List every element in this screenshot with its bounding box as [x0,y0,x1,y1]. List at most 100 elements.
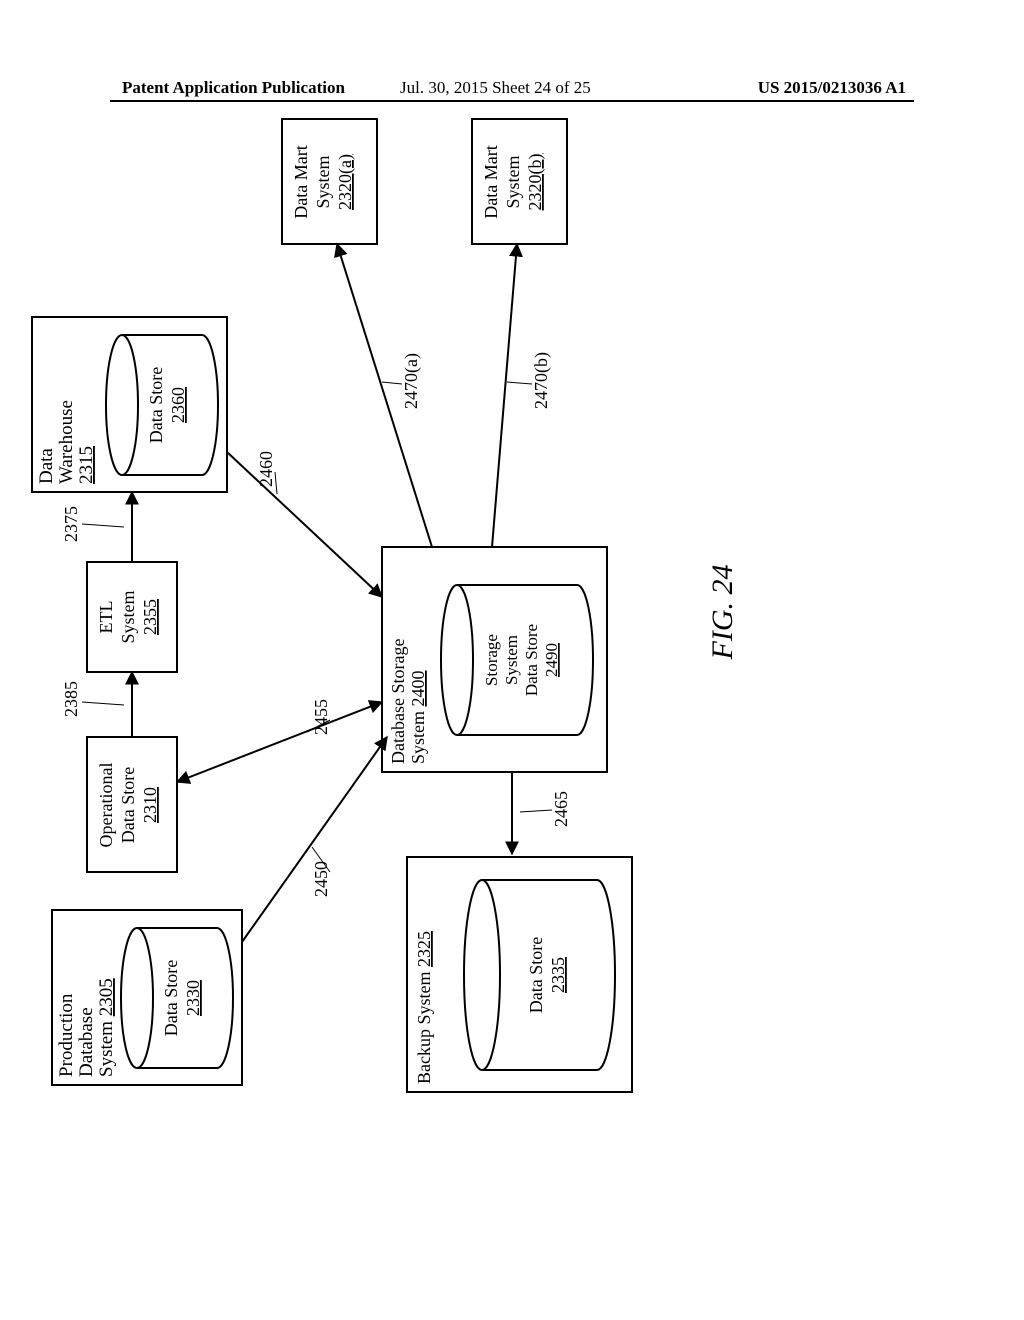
box-data-mart-b: Data Mart System 2320(b) [472,119,567,244]
leader-2385 [82,702,124,705]
svg-text:Data Store: Data Store [161,960,181,1036]
svg-text:2470(b): 2470(b) [531,352,552,409]
dss-ds-l3: Data Store [522,624,541,696]
svg-text:Production: Production [56,993,77,1077]
dss-l2b: 2400 [408,670,428,706]
svg-text:2385: 2385 [61,681,81,717]
leader-2375 [82,524,124,527]
figure-diagram: Production Database System 2305 Data Sto… [0,0,1024,1320]
backup-l1b: 2325 [414,931,434,967]
svg-text:Database Storage: Database Storage [388,639,408,764]
lbl-2470b: 2470(b) [531,352,552,409]
box-etl: ETL System 2355 [87,562,177,672]
prod-db-l1: Production [56,993,77,1077]
svg-text:2450: 2450 [311,861,331,897]
svg-text:Data Store: Data Store [118,767,138,843]
ods-l2: Data Store [118,767,138,843]
etl-l3: 2355 [140,599,160,635]
svg-text:Data Store: Data Store [146,367,166,443]
prod-ds-l1: Data Store [161,960,181,1036]
etl-l1: ETL [96,601,116,634]
box-dss: Database Storage System 2400 Storage Sys… [382,547,607,772]
svg-text:ETL: ETL [96,601,116,634]
dm-b-l2: System [503,155,523,208]
svg-text:2330: 2330 [183,980,203,1016]
backup-l1a: Backup System [414,967,434,1084]
dm-b-l3: 2320(b) [525,154,546,211]
dw-l3: 2315 [76,446,97,484]
dss-l2a: System [408,706,428,764]
dss-l1: Database Storage [388,639,408,764]
svg-text:Data Store: Data Store [526,937,546,1013]
svg-text:Operational: Operational [96,763,116,848]
cylinder-backup-ds: Data Store 2335 [464,880,615,1070]
lbl-2385: 2385 [61,681,81,717]
arrow-2455 [177,702,382,782]
svg-text:2455: 2455 [311,699,331,735]
svg-text:2465: 2465 [551,791,571,827]
svg-text:System 2305: System 2305 [96,978,117,1077]
svg-text:2375: 2375 [61,506,81,542]
dss-ds-l2: System [502,635,521,685]
lbl-2450: 2450 [311,861,331,897]
svg-text:2355: 2355 [140,599,160,635]
leader-2470a [382,382,402,384]
svg-text:2360: 2360 [168,387,188,423]
arrow-2470b [492,244,517,547]
svg-text:Data Mart: Data Mart [481,145,501,218]
dm-a-l3: 2320(a) [335,154,356,210]
svg-text:2315: 2315 [76,446,97,484]
svg-text:2320(a): 2320(a) [335,154,356,210]
etl-l2: System [118,590,138,643]
dw-l1: Data [36,448,57,484]
svg-text:System: System [503,155,523,208]
dm-b-l1: Data Mart [481,145,501,218]
dss-ds-l1: Storage [482,634,501,686]
svg-text:System: System [502,635,521,685]
box-ods: Operational Data Store 2310 [87,737,177,872]
box-backup: Backup System 2325 Data Store 2335 [407,857,632,1092]
box-data-warehouse: Data Warehouse 2315 Data Store 2360 [32,317,227,492]
ods-l1: Operational [96,763,116,848]
figure-label: FIG. 24 [706,565,739,661]
svg-text:Data Mart: Data Mart [291,145,311,218]
dw-ds-l1: Data Store [146,367,166,443]
cylinder-dss-ds: Storage System Data Store 2490 [441,585,593,735]
svg-text:Data: Data [36,448,57,484]
prod-db-l3a: System [96,1016,117,1077]
svg-text:2490: 2490 [542,643,561,677]
ods-l3: 2310 [140,787,160,823]
svg-text:System: System [313,155,333,208]
leader-2465 [520,810,552,812]
backup-ds-l2: 2335 [548,957,568,993]
backup-ds-l1: Data Store [526,937,546,1013]
svg-text:2335: 2335 [548,957,568,993]
cylinder-dw-ds: Data Store 2360 [106,335,218,475]
cylinder-prod-ds: Data Store 2330 [121,928,233,1068]
dm-a-l1: Data Mart [291,145,311,218]
svg-text:Database: Database [76,1007,97,1077]
svg-text:Backup System 2325: Backup System 2325 [414,931,434,1084]
svg-text:System: System [118,590,138,643]
prod-db-l3b: 2305 [96,978,117,1016]
dss-ds-l4: 2490 [542,643,561,677]
svg-text:2320(b): 2320(b) [525,154,546,211]
lbl-2375: 2375 [61,506,81,542]
svg-text:Data Store: Data Store [522,624,541,696]
lbl-2465: 2465 [551,791,571,827]
box-data-mart-a: Data Mart System 2320(a) [282,119,377,244]
dw-l2: Warehouse [56,400,77,484]
svg-text:2460: 2460 [256,451,276,487]
svg-text:Storage: Storage [482,634,501,686]
arrow-2460 [227,452,382,597]
svg-text:2310: 2310 [140,787,160,823]
lbl-2470a: 2470(a) [401,353,422,409]
box-production-db: Production Database System 2305 Data Sto… [52,910,242,1085]
dm-a-l2: System [313,155,333,208]
arrow-2450 [242,737,387,942]
leader-2470b [507,382,532,384]
prod-db-l2: Database [76,1007,97,1077]
svg-text:Warehouse: Warehouse [56,400,77,484]
lbl-2460: 2460 [256,451,276,487]
lbl-2455: 2455 [311,699,331,735]
